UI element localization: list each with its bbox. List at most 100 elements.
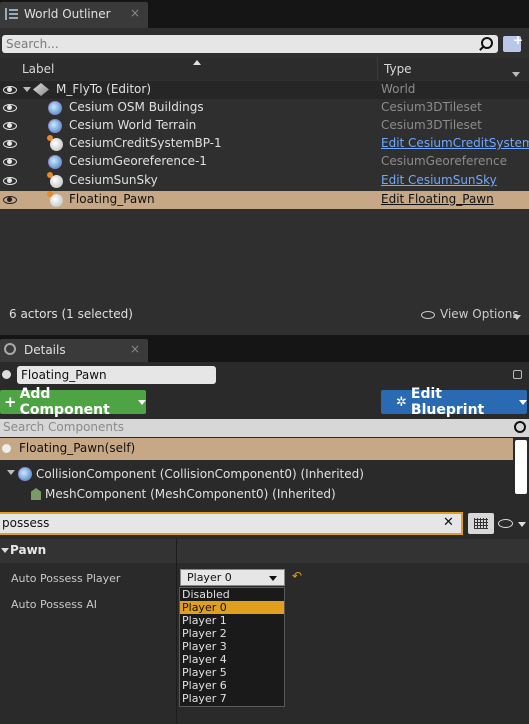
outliner-row-selected[interactable]: Floating_Pawn Edit Floating_Pawn xyxy=(0,191,529,209)
component-row[interactable]: MeshComponent (MeshComponent0) (Inherite… xyxy=(0,485,513,503)
edit-blueprint-link[interactable]: Edit CesiumSunSky xyxy=(381,173,497,187)
chevron-down-icon xyxy=(138,399,146,405)
details-icon xyxy=(4,343,16,355)
visibility-eye-icon[interactable] xyxy=(3,122,17,130)
search-components-input[interactable]: Search Components xyxy=(0,419,529,437)
chevron-down-icon xyxy=(518,522,526,527)
row-type: Cesium3DTileset xyxy=(381,100,482,114)
column-type-header[interactable]: Type xyxy=(384,62,412,76)
dropdown-option[interactable]: Player 7 xyxy=(180,692,284,705)
chevron-down-icon xyxy=(513,315,521,320)
visibility-options-eye-icon[interactable] xyxy=(498,519,513,528)
filter-value: possess xyxy=(2,516,50,530)
details-filter-input[interactable]: possess ✕ xyxy=(0,512,463,535)
visibility-eye-icon[interactable] xyxy=(3,104,17,112)
component-label: Floating_Pawn(self) xyxy=(19,441,136,455)
outliner-column-header: Label Type xyxy=(0,58,529,80)
component-label: CollisionComponent (CollisionComponent0)… xyxy=(36,467,364,481)
possess-player-dropdown: Disabled Player 0 Player 1 Player 2 Play… xyxy=(179,587,285,707)
tab-details[interactable]: Details × xyxy=(0,339,148,362)
lock-icon[interactable] xyxy=(513,370,522,379)
search-placeholder: Search... xyxy=(6,37,59,51)
row-type: CesiumGeoreference xyxy=(381,154,507,168)
pawn-icon xyxy=(47,191,63,207)
row-label: Cesium World Terrain xyxy=(69,118,197,132)
actor-name-value: Floating_Pawn xyxy=(21,368,107,382)
add-component-button[interactable]: + Add Component xyxy=(0,386,146,418)
dropdown-option[interactable]: Player 3 xyxy=(180,640,284,653)
row-type: World xyxy=(381,82,416,96)
row-label: CesiumCreditSystemBP-1 xyxy=(69,136,222,150)
outliner-row[interactable]: Cesium World Terrain Cesium3DTileset xyxy=(0,117,529,135)
dropdown-option[interactable]: Player 5 xyxy=(180,666,284,679)
dropdown-option[interactable]: Disabled xyxy=(180,588,284,601)
column-divider xyxy=(377,58,378,80)
visibility-eye-icon[interactable] xyxy=(3,158,17,166)
collision-sphere-icon xyxy=(18,467,32,481)
search-icon xyxy=(514,421,526,433)
sort-arrow-icon xyxy=(193,60,201,65)
chevron-down-icon xyxy=(519,399,527,405)
row-label: CesiumSunSky xyxy=(69,173,158,187)
dropdown-option[interactable]: Player 4 xyxy=(180,653,284,666)
tab-title: Details xyxy=(24,343,66,357)
tab-title: World Outliner xyxy=(24,7,111,21)
dropdown-option[interactable]: Player 6 xyxy=(180,679,284,692)
tab-world-outliner[interactable]: World Outliner × xyxy=(0,2,148,28)
edit-blueprint-link[interactable]: Edit Floating_Pawn xyxy=(381,192,494,206)
georeference-icon xyxy=(48,155,62,169)
actor-icon xyxy=(2,370,11,379)
pawn-icon xyxy=(2,444,11,453)
actor-name-field[interactable]: Floating_Pawn xyxy=(17,366,216,384)
outliner-status-bar: 6 actors (1 selected) View Options xyxy=(0,303,529,327)
dropdown-option[interactable]: Player 1 xyxy=(180,614,284,627)
grid-icon xyxy=(474,518,488,529)
property-matrix-button[interactable] xyxy=(468,513,494,534)
column-label-header[interactable]: Label xyxy=(22,62,54,76)
auto-possess-player-select[interactable]: Player 0 xyxy=(180,569,285,586)
dropdown-option[interactable]: Player 2 xyxy=(180,627,284,640)
property-label: Auto Possess Player xyxy=(11,572,121,585)
component-label: MeshComponent (MeshComponent0) (Inherite… xyxy=(45,487,336,501)
selected-value: Player 0 xyxy=(187,571,232,584)
add-filter-icon[interactable]: + xyxy=(503,33,523,52)
visibility-eye-icon[interactable] xyxy=(3,140,17,148)
close-icon[interactable]: × xyxy=(130,6,140,20)
outliner-row[interactable]: CesiumGeoreference-1 CesiumGeoreference xyxy=(0,153,529,171)
section-title: Pawn xyxy=(10,543,47,557)
chevron-down-icon xyxy=(269,576,277,581)
column-options-icon[interactable] xyxy=(512,72,520,77)
tileset-icon xyxy=(48,119,62,133)
expand-arrow-icon[interactable] xyxy=(7,470,15,475)
row-type: Cesium3DTileset xyxy=(381,118,482,132)
dropdown-option-selected[interactable]: Player 0 xyxy=(180,601,284,614)
outliner-search-input[interactable]: Search... xyxy=(2,35,498,53)
close-icon[interactable]: × xyxy=(130,342,140,356)
edit-blueprint-button[interactable]: ✲ Edit Blueprint xyxy=(381,386,527,418)
outliner-row[interactable]: CesiumCreditSystemBP-1 Edit CesiumCredit… xyxy=(0,135,529,153)
mesh-icon xyxy=(31,488,41,500)
component-row[interactable]: CollisionComponent (CollisionComponent0)… xyxy=(0,465,513,483)
outliner-row[interactable]: CesiumSunSky Edit CesiumSunSky xyxy=(0,172,529,190)
plus-icon: + xyxy=(4,393,17,411)
components-scrollbar[interactable] xyxy=(515,440,527,494)
world-icon xyxy=(33,83,49,96)
row-label: M_FlyTo (Editor) xyxy=(56,82,152,96)
expand-arrow-icon[interactable] xyxy=(23,87,31,92)
actor-sphere-icon xyxy=(47,135,63,151)
view-options-button[interactable]: View Options xyxy=(440,307,519,321)
actor-count: 6 actors (1 selected) xyxy=(9,307,133,321)
visibility-eye-icon[interactable] xyxy=(3,177,17,185)
component-row-self[interactable]: Floating_Pawn(self) xyxy=(0,438,513,460)
clear-filter-icon[interactable]: ✕ xyxy=(443,515,454,530)
row-label: Cesium OSM Buildings xyxy=(69,100,204,114)
reset-to-default-icon[interactable]: ↶ xyxy=(292,569,302,583)
add-component-label: Add Component xyxy=(19,386,110,418)
visibility-eye-icon[interactable] xyxy=(3,86,17,94)
visibility-eye-icon[interactable] xyxy=(3,196,17,204)
outliner-row[interactable]: Cesium OSM Buildings Cesium3DTileset xyxy=(0,99,529,117)
tileset-icon xyxy=(48,101,62,115)
pawn-section-header[interactable]: Pawn xyxy=(0,539,529,563)
edit-blueprint-link[interactable]: Edit CesiumCreditSystem xyxy=(381,136,529,150)
outliner-row-world[interactable]: M_FlyTo (Editor) World xyxy=(0,81,529,99)
